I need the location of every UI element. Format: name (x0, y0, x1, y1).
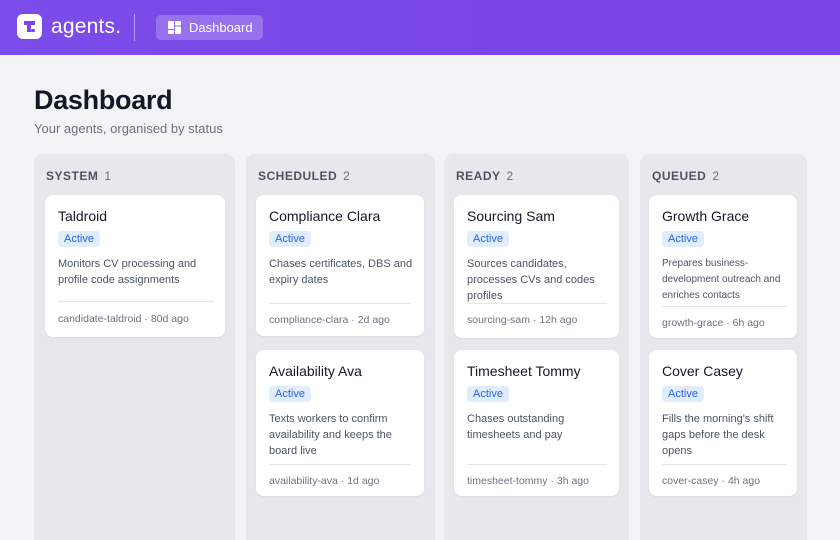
agents-logo-icon[interactable] (17, 14, 42, 39)
agent-meta: availability-ava · 1d ago (269, 475, 380, 487)
agent-meta: growth-grace · 6h ago (662, 317, 765, 329)
status-badge: Active (662, 386, 704, 402)
agent-name: Growth Grace (662, 208, 750, 224)
column-header: SCHEDULED 2 (258, 169, 351, 183)
agent-name: Compliance Clara (269, 208, 381, 224)
agent-meta: candidate-taldroid · 80d ago (58, 313, 189, 325)
agent-name: Sourcing Sam (467, 208, 555, 224)
agent-meta: sourcing-sam · 12h ago (467, 314, 578, 326)
agent-meta: timesheet-tommy · 3h ago (467, 475, 589, 487)
column-scheduled: SCHEDULED 2 Compliance Clara Active Chase… (246, 154, 435, 540)
column-count: 2 (712, 169, 720, 183)
column-header: READY 2 (456, 169, 514, 183)
dashboard-grid-icon (168, 21, 181, 34)
column-ready: READY 2 Sourcing Sam Active Sources candi… (444, 154, 629, 540)
card-divider (467, 464, 607, 465)
agent-card-sourcing-sam[interactable]: Sourcing Sam Active Sources candidates, … (454, 195, 619, 338)
agent-meta: cover-casey · 4h ago (662, 475, 761, 487)
agent-card-growth-grace[interactable]: Growth Grace Active Prepares business-de… (649, 195, 797, 338)
column-count: 1 (104, 169, 112, 183)
agent-name: Timesheet Tommy (467, 363, 581, 379)
agent-name: Cover Casey (662, 363, 743, 379)
column-count: 2 (506, 169, 514, 183)
agent-description: Chases certificates, DBS and expiry date… (269, 258, 413, 286)
agent-card-taldroid[interactable]: Taldroid Active Monitors CV processing a… (45, 195, 225, 337)
header-divider (134, 14, 135, 41)
status-badge: Active (269, 386, 311, 402)
agent-description: Chases outstanding timesheets and pay (467, 413, 565, 441)
agent-card-availability-ava[interactable]: Availability Ava Active Texts workers to… (256, 350, 424, 496)
status-badge: Active (269, 231, 311, 247)
top-bar: agents. Dashboard (0, 0, 840, 55)
card-divider (269, 303, 411, 304)
column-queued: QUEUED 2 Growth Grace Active Prepares bus… (640, 154, 807, 540)
nav-dashboard-label: Dashboard (189, 20, 253, 35)
page-subtitle: Your agents, organised by status (34, 121, 223, 136)
status-badge: Active (467, 231, 509, 247)
nav-dashboard-button[interactable]: Dashboard (156, 15, 263, 40)
agent-description: Sources candidates, processes CVs and co… (467, 258, 595, 302)
agent-card-timesheet-tommy[interactable]: Timesheet Tommy Active Chases outstandin… (454, 350, 619, 496)
status-badge: Active (467, 386, 509, 402)
status-badge: Active (58, 231, 100, 247)
card-divider (662, 306, 787, 307)
column-header: QUEUED 2 (652, 169, 720, 183)
agent-name: Availability Ava (269, 363, 362, 379)
agent-description: Texts workers to confirm availability an… (269, 413, 392, 457)
status-badge: Active (662, 231, 704, 247)
agent-meta: compliance-clara · 2d ago (269, 314, 390, 326)
agent-name: Taldroid (58, 208, 108, 224)
page-title: Dashboard (34, 85, 173, 115)
card-divider (467, 303, 607, 304)
agent-description: Prepares business-development outreach a… (662, 258, 781, 301)
column-system: SYSTEM 1 Taldroid Active Monitors CV proc… (34, 154, 235, 540)
agent-card-cover-casey[interactable]: Cover Casey Active Fills the morning's s… (649, 350, 797, 496)
app-logo-text[interactable]: agents. (51, 15, 121, 39)
card-divider (269, 464, 411, 465)
column-header: SYSTEM 1 (46, 169, 112, 183)
agent-card-compliance-clara[interactable]: Compliance Clara Active Chases certifica… (256, 195, 424, 336)
agent-description: Fills the morning's shift gaps before th… (662, 413, 774, 457)
column-count: 2 (343, 169, 351, 183)
agent-description: Monitors CV processing and profile code … (58, 258, 197, 286)
card-divider (58, 301, 214, 302)
card-divider (662, 464, 787, 465)
